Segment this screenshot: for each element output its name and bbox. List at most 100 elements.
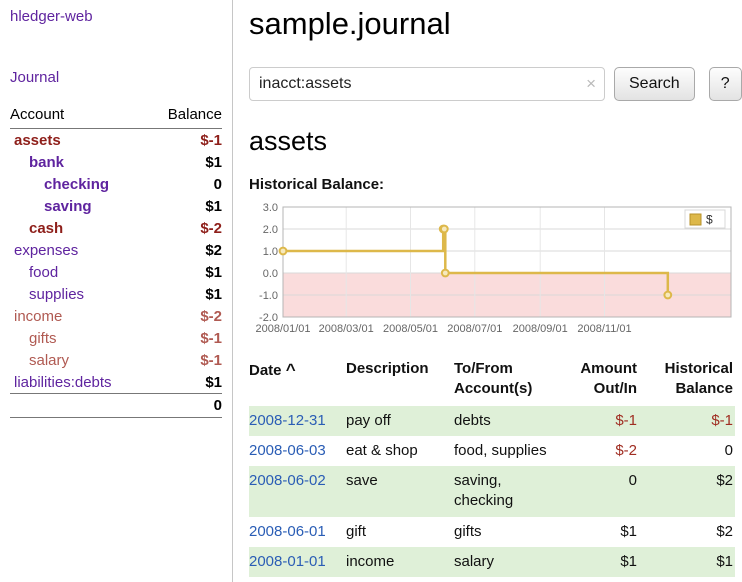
x-tick-label: 2008/01/01 xyxy=(255,323,310,335)
transaction-date-link[interactable]: 2008-01-01 xyxy=(249,553,326,570)
account-balance-value: $1 xyxy=(148,195,222,217)
register-row: 2008-06-02savesaving, checking0$2 xyxy=(249,466,735,517)
account-balance-value: $-2 xyxy=(148,305,222,327)
account-row: salary $-1 xyxy=(10,349,222,371)
chart-legend: $ xyxy=(685,210,725,228)
account-row: expenses $2 xyxy=(10,239,222,261)
legend-swatch xyxy=(690,214,701,225)
account-column-header: Account xyxy=(10,104,148,129)
sidebar: hledger-web Journal Account Balance asse… xyxy=(0,0,233,582)
account-balance-value: $2 xyxy=(148,239,222,261)
account-balance-value: $-2 xyxy=(148,217,222,239)
main-content: sample.journal × Search ? assets Histori… xyxy=(233,0,742,582)
accounts-total-spacer xyxy=(10,394,148,418)
account-name-cell: supplies xyxy=(10,283,148,305)
y-tick-label: -1.0 xyxy=(259,290,278,302)
transaction-amount: $1 xyxy=(573,547,647,577)
sidebar-account-link-liabilities-debts[interactable]: liabilities:debts xyxy=(14,374,112,391)
column-header-accounts: To/From Account(s) xyxy=(454,355,573,406)
sidebar-account-link-cash[interactable]: cash xyxy=(29,220,63,237)
transaction-date-link[interactable]: 2008-12-31 xyxy=(249,412,326,429)
x-tick-label: 2008/09/01 xyxy=(513,323,568,335)
historical-balance-chart-svg: 3.02.01.00.0-1.0-2.02008/01/012008/03/01… xyxy=(249,199,739,343)
sort-asc-icon: ^ xyxy=(286,360,296,379)
account-row: gifts $-1 xyxy=(10,327,222,349)
search-bar: × Search ? xyxy=(249,67,742,101)
column-header-amount: Amount Out/In xyxy=(573,355,647,406)
sidebar-account-link-food[interactable]: food xyxy=(29,264,58,281)
register-table: Date ^ Description To/From Account(s) Am… xyxy=(249,355,735,577)
account-balance-value: $1 xyxy=(148,261,222,283)
transaction-accounts: salary xyxy=(454,547,573,577)
accounts-total-value: 0 xyxy=(148,394,222,418)
balance-column-header: Balance xyxy=(148,104,222,129)
transaction-date-link[interactable]: 2008-06-01 xyxy=(249,523,326,540)
account-balance-value: $1 xyxy=(148,283,222,305)
account-name-cell: assets xyxy=(10,129,148,152)
account-heading: assets xyxy=(249,126,742,157)
account-row: food $1 xyxy=(10,261,222,283)
accounts-table: Account Balance assets $-1 bank $1 checking 0… xyxy=(10,104,222,418)
transaction-balance: $-1 xyxy=(647,406,735,436)
account-balance-value: $-1 xyxy=(148,349,222,371)
register-row: 2008-06-01giftgifts$1$2 xyxy=(249,517,735,547)
sidebar-account-link-bank[interactable]: bank xyxy=(29,154,64,171)
app-title: hledger-web xyxy=(10,8,222,25)
account-balance-value: 0 xyxy=(148,173,222,195)
account-name-cell: checking xyxy=(10,173,148,195)
transaction-description: save xyxy=(346,466,454,517)
sidebar-account-link-expenses[interactable]: expenses xyxy=(14,242,78,259)
transaction-description: income xyxy=(346,547,454,577)
search-button[interactable]: Search xyxy=(614,67,695,101)
app-title-link[interactable]: hledger-web xyxy=(10,8,93,25)
account-row: cash $-2 xyxy=(10,217,222,239)
data-point-marker xyxy=(442,270,449,277)
account-row: liabilities:debts $1 xyxy=(10,371,222,394)
sidebar-account-link-supplies[interactable]: supplies xyxy=(29,286,84,303)
account-name-cell: cash xyxy=(10,217,148,239)
transaction-date-link[interactable]: 2008-06-02 xyxy=(249,472,326,489)
x-tick-label: 2008/03/01 xyxy=(319,323,374,335)
help-button[interactable]: ? xyxy=(709,67,742,101)
account-balance-value: $-1 xyxy=(148,129,222,152)
transaction-date-cell: 2008-06-01 xyxy=(249,517,346,547)
transaction-balance: 0 xyxy=(647,436,735,466)
chart-heading: Historical Balance: xyxy=(249,176,742,193)
transaction-date-link[interactable]: 2008-06-03 xyxy=(249,442,326,459)
account-row: assets $-1 xyxy=(10,129,222,152)
data-point-marker xyxy=(280,248,287,255)
register-row: 2008-06-03eat & shopfood, supplies$-20 xyxy=(249,436,735,466)
register-header-row: Date ^ Description To/From Account(s) Am… xyxy=(249,355,735,406)
sidebar-account-link-checking[interactable]: checking xyxy=(44,176,109,193)
page-title: sample.journal xyxy=(249,6,742,42)
transaction-amount: 0 xyxy=(573,466,647,517)
clear-search-icon[interactable]: × xyxy=(586,75,596,92)
y-tick-label: 2.0 xyxy=(263,224,278,236)
account-name-cell: gifts xyxy=(10,327,148,349)
transaction-date-cell: 2008-06-03 xyxy=(249,436,346,466)
sidebar-account-link-saving[interactable]: saving xyxy=(44,198,92,215)
account-balance-value: $-1 xyxy=(148,327,222,349)
data-point-marker xyxy=(664,292,671,299)
y-tick-label: 0.0 xyxy=(263,268,278,280)
transaction-date-cell: 2008-01-01 xyxy=(249,547,346,577)
x-tick-label: 2008/11/01 xyxy=(577,323,631,335)
historical-balance-chart: 3.02.01.00.0-1.0-2.02008/01/012008/03/01… xyxy=(249,199,739,343)
column-header-date[interactable]: Date ^ xyxy=(249,355,346,406)
transaction-amount: $-2 xyxy=(573,436,647,466)
transaction-amount: $1 xyxy=(573,517,647,547)
account-balance-value: $1 xyxy=(148,371,222,394)
sidebar-account-link-gifts[interactable]: gifts xyxy=(29,330,57,347)
journal-link[interactable]: Journal xyxy=(10,69,222,86)
sidebar-account-link-assets[interactable]: assets xyxy=(14,132,61,149)
transaction-description: gift xyxy=(346,517,454,547)
account-name-cell: expenses xyxy=(10,239,148,261)
search-input[interactable] xyxy=(249,67,605,101)
hledger-web-app: hledger-web Journal Account Balance asse… xyxy=(0,0,742,582)
sidebar-account-link-income[interactable]: income xyxy=(14,308,62,325)
account-name-cell: liabilities:debts xyxy=(10,371,148,394)
account-name-cell: income xyxy=(10,305,148,327)
column-header-description: Description xyxy=(346,355,454,406)
account-row: supplies $1 xyxy=(10,283,222,305)
sidebar-account-link-salary[interactable]: salary xyxy=(29,352,69,369)
